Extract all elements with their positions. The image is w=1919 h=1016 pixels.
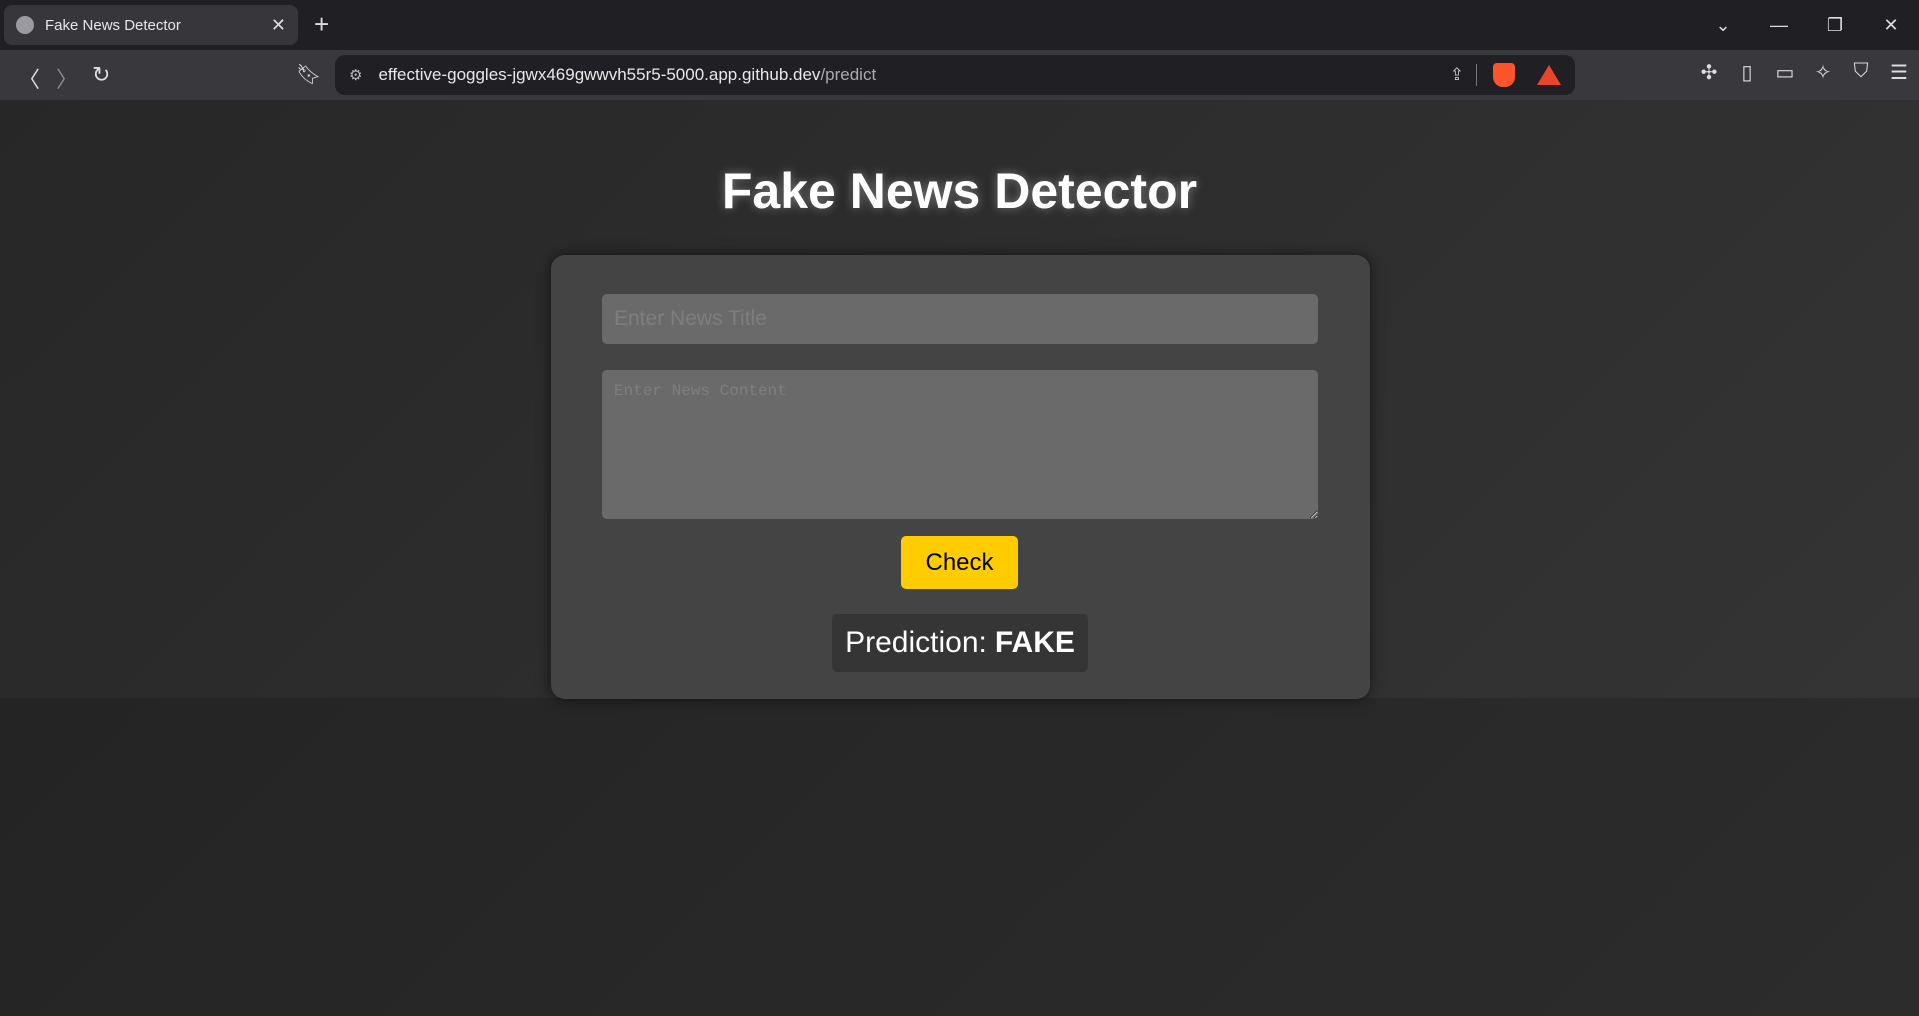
restore-button[interactable]: ❐ <box>1807 15 1863 36</box>
menu-icon[interactable]: ☰ <box>1887 60 1911 85</box>
address-bar[interactable]: ⚙ effective-goggles-jgwx469gwwvh55r5-500… <box>335 55 1575 95</box>
reload-button[interactable]: ↻ <box>92 62 110 88</box>
back-button[interactable]: 〈 <box>18 62 40 94</box>
site-settings-icon[interactable]: ⚙ <box>349 66 362 84</box>
prediction-label: Prediction: <box>845 626 987 659</box>
url-text[interactable]: effective-goggles-jgwx469gwwvh55r5-5000.… <box>378 65 1449 85</box>
browser-toolbar: 〈 〉 ↻ 🔖︎ ⚙ effective-goggles-jgwx469gwwv… <box>0 50 1919 100</box>
divider <box>1476 64 1477 86</box>
bookmark-icon[interactable]: 🔖︎ <box>296 62 321 87</box>
tab-fake-news-detector[interactable]: Fake News Detector ✕ <box>4 5 298 45</box>
minimize-button[interactable]: — <box>1751 15 1807 36</box>
vpn-shield-icon[interactable]: ⛉ <box>1849 60 1873 85</box>
share-icon[interactable]: ⇪ <box>1450 65 1464 85</box>
window-controls: ⌄ — ❐ ✕ <box>1695 0 1919 50</box>
brave-rewards-icon[interactable] <box>1537 65 1561 85</box>
prediction-result: Prediction: FAKE <box>832 614 1088 672</box>
detector-form: Check Prediction: FAKE <box>551 255 1370 699</box>
globe-icon <box>16 16 34 34</box>
url-host: effective-goggles-jgwx469gwwvh55r5-5000.… <box>378 65 821 84</box>
tab-search-chevron-icon[interactable]: ⌄ <box>1695 15 1751 36</box>
page-title: Fake News Detector <box>721 163 1198 219</box>
forward-button[interactable]: 〉 <box>56 62 78 94</box>
leo-ai-icon[interactable]: ✧ <box>1811 60 1835 85</box>
new-tab-button[interactable]: + <box>314 9 329 40</box>
news-content-textarea[interactable] <box>602 370 1318 519</box>
wallet-icon[interactable]: ▭ <box>1773 60 1797 85</box>
tab-title: Fake News Detector <box>45 16 181 34</box>
news-title-input[interactable] <box>602 294 1318 344</box>
extensions-icon[interactable]: ✣ <box>1697 60 1721 85</box>
close-tab-icon[interactable]: ✕ <box>271 15 286 36</box>
url-path: /predict <box>820 65 877 84</box>
check-button[interactable]: Check <box>901 536 1018 589</box>
brave-shields-icon[interactable] <box>1493 63 1515 87</box>
close-window-button[interactable]: ✕ <box>1863 15 1919 36</box>
page-content: Fake News Detector Check Prediction: FAK… <box>0 100 1919 1016</box>
tab-bar: Fake News Detector ✕ + ⌄ — ❐ ✕ <box>0 0 1919 50</box>
prediction-value: FAKE <box>994 626 1075 659</box>
toolbar-right: ✣ ▯ ▭ ✧ ⛉ ☰ <box>1697 60 1911 85</box>
sidebar-icon[interactable]: ▯ <box>1735 60 1759 85</box>
